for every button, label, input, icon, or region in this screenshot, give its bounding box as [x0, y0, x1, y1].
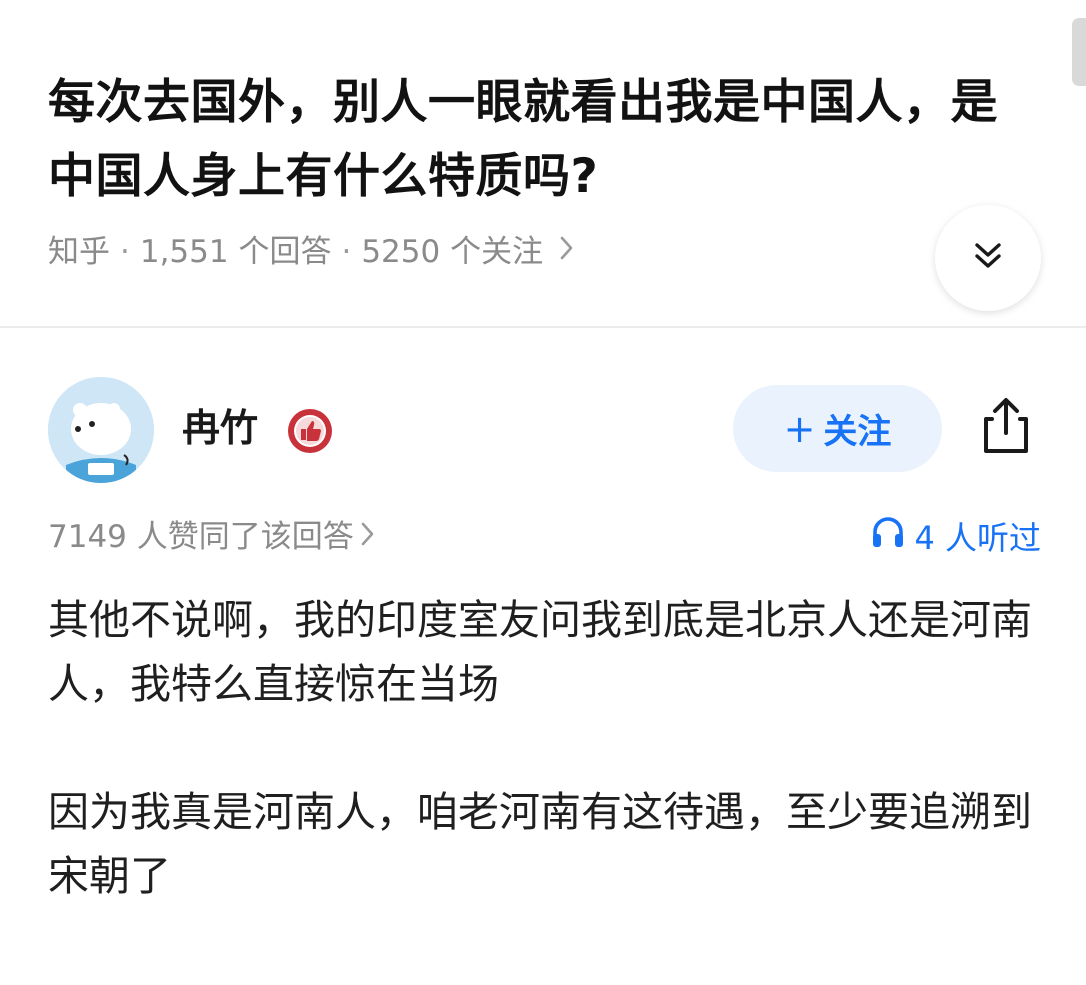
- plus-icon: +: [783, 406, 816, 451]
- follow-button[interactable]: + 关注: [733, 385, 942, 472]
- scrollbar[interactable]: [1072, 18, 1086, 86]
- section-divider: [0, 326, 1086, 328]
- share-button[interactable]: [970, 392, 1042, 464]
- answer-body: 其他不说啊，我的印度室友问我到底是北京人还是河南人，我特么直接惊在当场 因为我真…: [48, 588, 1048, 908]
- chevron-right-icon: [559, 230, 575, 274]
- answer-paragraph: 因为我真是河南人，咱老河南有这待遇，至少要追溯到宋朝了: [48, 788, 1032, 900]
- chevron-right-icon: [360, 515, 376, 559]
- answer-page: 每次去国外，别人一眼就看出我是中国人，是中国人身上有什么特质吗? 知乎 · 1,…: [0, 0, 1086, 985]
- expand-question-button[interactable]: [935, 205, 1041, 311]
- meta-separator: ·: [120, 234, 130, 270]
- answer-count: 1,551 个回答: [139, 234, 332, 270]
- avatar[interactable]: [48, 377, 154, 483]
- follow-label: 关注: [823, 412, 892, 452]
- answer-paragraph: 其他不说啊，我的印度室友问我到底是北京人还是河南人，我特么直接惊在当场: [48, 596, 1032, 708]
- question-title[interactable]: 每次去国外，别人一眼就看出我是中国人，是中国人身上有什么特质吗?: [48, 66, 1008, 214]
- thumbs-up-badge-icon[interactable]: [286, 407, 334, 455]
- meta-separator: ·: [341, 234, 352, 270]
- question-meta[interactable]: 知乎 · 1,551 个回答 · 5250 个关注: [48, 230, 575, 274]
- headphones-icon: [870, 515, 906, 560]
- follower-count: 5250 个关注: [361, 234, 544, 270]
- author-name[interactable]: 冉竹: [182, 403, 258, 453]
- upvote-summary[interactable]: 7149 人赞同了该回答: [48, 515, 376, 559]
- listened-count: 4 人听过: [914, 518, 1041, 557]
- upvote-count: 7149 人赞同了该回答: [48, 519, 354, 555]
- share-icon: [976, 395, 1036, 461]
- source-label: 知乎: [48, 234, 110, 270]
- listened-indicator[interactable]: 4 人听过: [870, 515, 1041, 560]
- double-chevron-down-icon: [971, 239, 1005, 277]
